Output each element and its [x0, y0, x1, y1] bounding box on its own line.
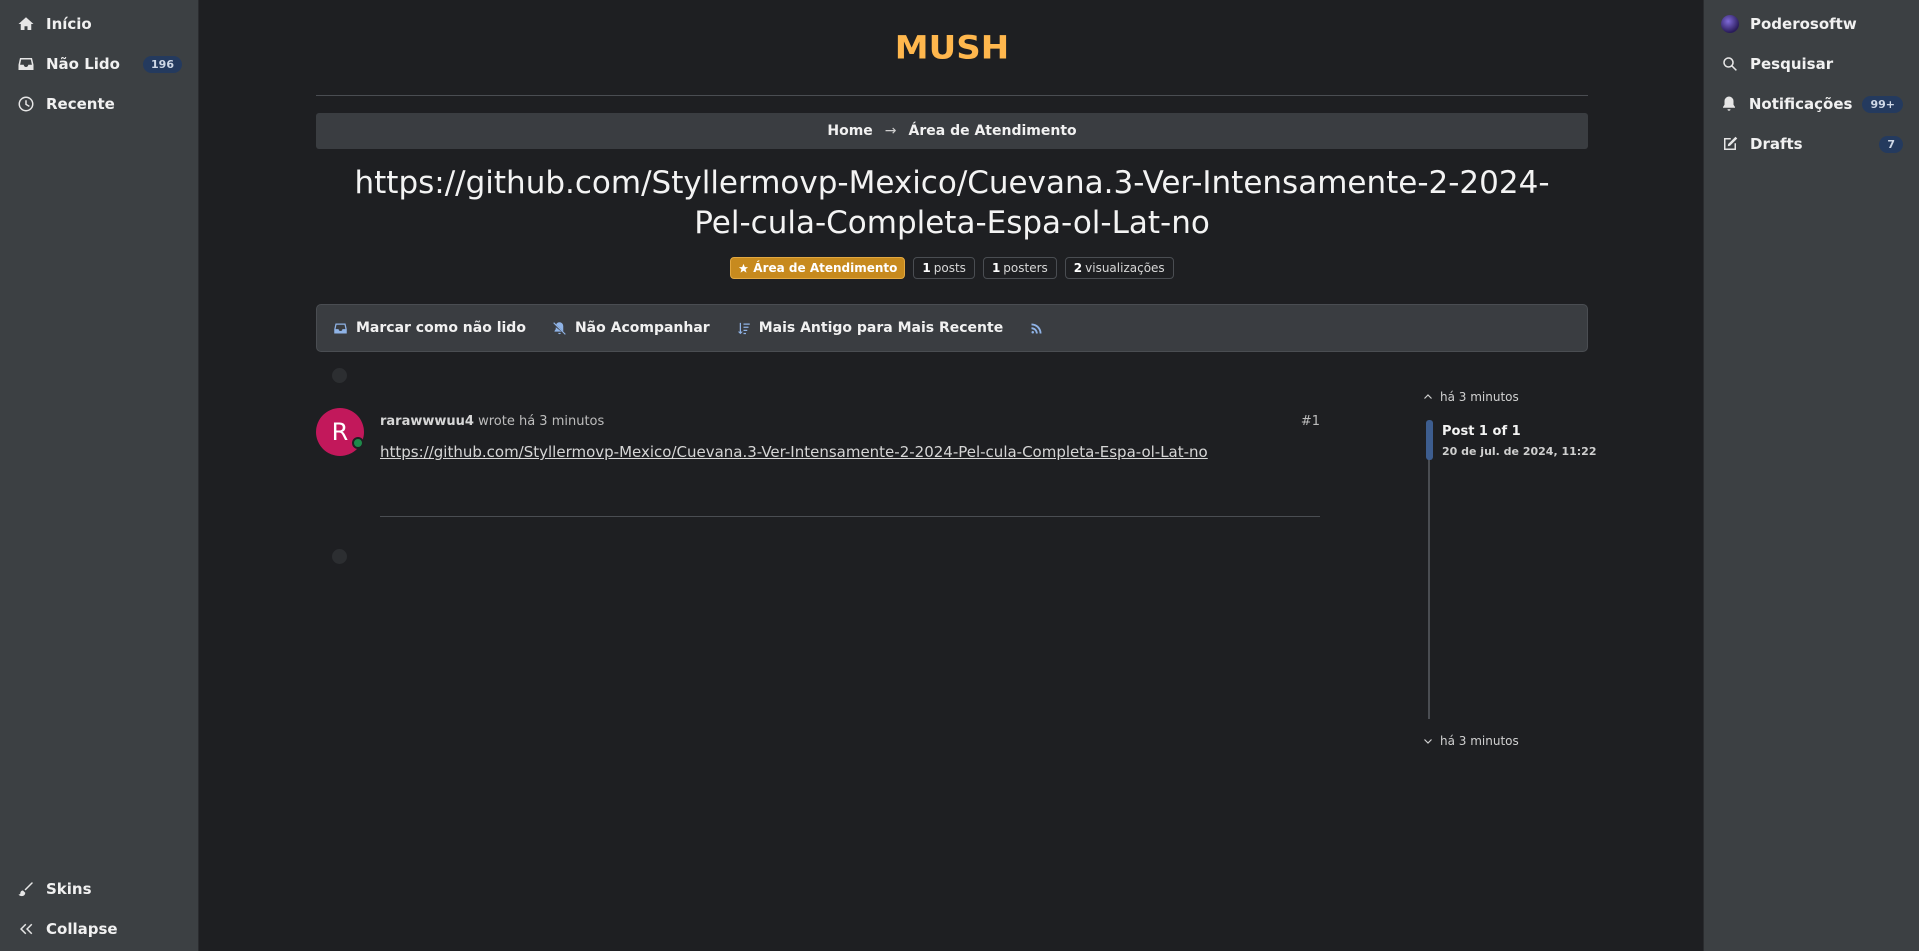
stat-value: 1 [991, 261, 1001, 275]
nav-label: Skins [46, 880, 92, 898]
stat-views: 2 visualizações [1064, 257, 1174, 279]
nav-label: Recente [46, 95, 115, 113]
nav-label: Pesquisar [1750, 55, 1834, 73]
stat-value: 2 [1073, 261, 1083, 275]
nav-item-skins[interactable]: Skins [16, 873, 182, 905]
timeline-bottom-time: há 3 minutos [1440, 734, 1519, 748]
notifications-badge: 99+ [1862, 95, 1903, 113]
button-label: Mais Antigo para Mais Recente [758, 320, 1004, 336]
inbox-icon [334, 323, 347, 333]
stat-posts: 1 posts [913, 257, 975, 279]
button-label: Marcar como não lido [356, 320, 526, 336]
nav-label: Início [46, 15, 92, 33]
sort-button[interactable]: Mais Antigo para Mais Recente [736, 320, 1004, 336]
nav-item-nao-lido[interactable]: Não Lido 196 [16, 48, 182, 80]
rss-button[interactable] [1029, 321, 1044, 336]
stat-label: visualizações [1085, 261, 1165, 275]
username: Poderosoftw [1750, 15, 1857, 33]
timeline-bottom[interactable]: há 3 minutos [1422, 734, 1519, 748]
nav-label: Notificações [1748, 95, 1853, 113]
sort-icon [737, 322, 750, 334]
timeline-track[interactable] [1428, 421, 1430, 719]
mark-unread-button[interactable]: Marcar como não lido [333, 320, 526, 336]
rss-icon [1031, 323, 1042, 333]
post-divider [380, 516, 1320, 517]
right-sidebar: Poderosoftw Pesquisar Notificações 99+ D… [1703, 0, 1919, 951]
site-logo[interactable]: MUSH [316, 29, 1588, 67]
nav-item-inicio[interactable]: Início [16, 8, 182, 40]
unwatch-button[interactable]: Não Acompanhar [552, 320, 710, 336]
breadcrumb-home[interactable]: Home [827, 123, 872, 139]
double-chevron-left-icon [16, 919, 36, 939]
edit-icon [1720, 134, 1740, 154]
category-label: Área de Atendimento [753, 261, 898, 275]
nav-label: Drafts [1750, 135, 1803, 153]
bell-slash-icon [553, 321, 566, 335]
timeline-dot [332, 549, 347, 564]
post-meta: rarawwwuu4 wrote há 3 minutos [380, 414, 604, 429]
stat-posters: 1 posters [982, 257, 1057, 279]
post-author[interactable]: rarawwwuu4 [380, 414, 474, 429]
stat-label: posts [933, 261, 966, 275]
nav-item-pesquisar[interactable]: Pesquisar [1720, 48, 1903, 80]
clock-icon [16, 94, 36, 114]
button-label: Não Acompanhar [574, 320, 710, 336]
chevron-down-icon [1424, 739, 1432, 744]
star-icon [739, 263, 749, 273]
nav-label: Collapse [46, 920, 118, 938]
breadcrumb-separator: → [884, 123, 897, 139]
divider [316, 95, 1588, 96]
user-menu[interactable]: Poderosoftw [1720, 8, 1903, 40]
online-status-indicator [352, 437, 364, 449]
topic-toolbar: Marcar como não lido Não Acompanhar Mais… [316, 304, 1588, 352]
nav-item-drafts[interactable]: Drafts 7 [1720, 128, 1903, 160]
timeline-post-label: Post 1 of 1 [1442, 424, 1521, 439]
breadcrumb: Home → Área de Atendimento [316, 113, 1588, 149]
nav-label: Não Lido [46, 55, 120, 73]
avatar [1720, 14, 1740, 34]
topic-title: https://github.com/Styllermovp-Mexico/Cu… [354, 165, 1550, 241]
search-icon [1720, 54, 1740, 74]
left-sidebar: Início Não Lido 196 Recente Skins Collap… [0, 0, 199, 951]
post-index[interactable]: #1 [1260, 414, 1320, 429]
nav-item-notificacoes[interactable]: Notificações 99+ [1720, 88, 1903, 120]
timeline-post-date: 20 de jul. de 2024, 11:22 [1442, 445, 1597, 458]
inbox-icon [16, 54, 36, 74]
timeline-top-time: há 3 minutos [1440, 390, 1519, 404]
unread-count-badge: 196 [143, 55, 182, 73]
nav-item-collapse[interactable]: Collapse [16, 913, 182, 945]
timeline-top[interactable]: há 3 minutos [1422, 390, 1519, 404]
home-icon [16, 14, 36, 34]
timeline-dot [332, 368, 347, 383]
nav-item-recente[interactable]: Recente [16, 88, 182, 120]
breadcrumb-current[interactable]: Área de Atendimento [909, 123, 1077, 139]
category-tag[interactable]: Área de Atendimento [730, 257, 906, 279]
paintbrush-icon [16, 879, 36, 899]
post-content-link[interactable]: https://github.com/Styllermovp-Mexico/Cu… [380, 443, 1208, 461]
drafts-badge: 7 [1879, 135, 1903, 153]
chevron-up-icon [1424, 394, 1432, 399]
bell-icon [1720, 94, 1739, 114]
post-timestamp[interactable]: wrote há 3 minutos [478, 414, 604, 429]
stat-label: posters [1003, 261, 1048, 275]
stat-value: 1 [922, 261, 931, 275]
topic-stats: Área de Atendimento 1 posts 1 posters 2 vis… [316, 257, 1588, 279]
timeline-handle[interactable] [1426, 420, 1433, 460]
